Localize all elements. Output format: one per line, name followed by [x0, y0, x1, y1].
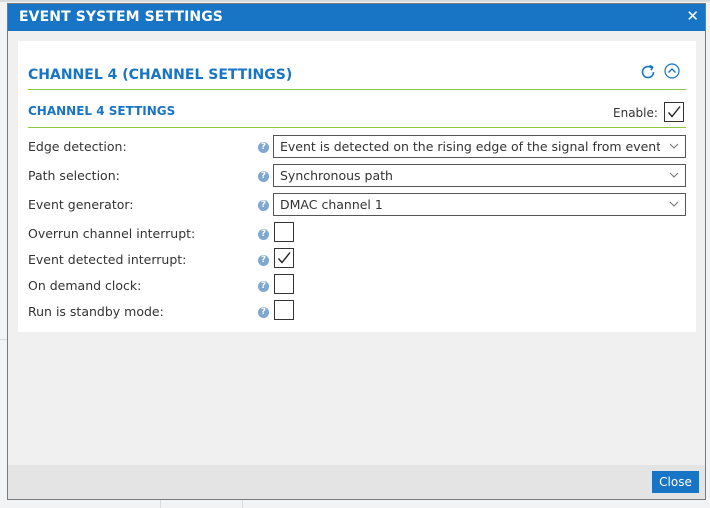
- help-icon[interactable]: ?: [258, 171, 269, 182]
- run-standby-label: Run is standby mode:: [28, 304, 164, 319]
- close-icon[interactable]: ✕: [686, 7, 699, 25]
- edge-detection-select[interactable]: Event is detected on the rising edge of …: [273, 135, 686, 158]
- enable-label: Enable:: [613, 106, 658, 120]
- path-selection-select[interactable]: Synchronous path: [273, 164, 686, 187]
- channel-settings-panel: CHANNEL 4 (CHANNEL SETTINGS) CHANNEL 4 S…: [18, 41, 696, 332]
- background-divider: [242, 500, 243, 508]
- dialog-titlebar[interactable]: EVENT SYSTEM SETTINGS ✕: [8, 4, 705, 31]
- subsection-divider: [28, 127, 686, 128]
- collapse-up-icon[interactable]: [664, 63, 680, 79]
- event-system-settings-dialog: EVENT SYSTEM SETTINGS ✕ CHANNEL 4 (CHANN…: [7, 3, 706, 500]
- section-title: CHANNEL 4 (CHANNEL SETTINGS): [28, 67, 293, 83]
- section-divider: [28, 89, 686, 90]
- dialog-footer: Close: [8, 465, 705, 499]
- path-selection-value: Synchronous path: [280, 168, 393, 183]
- run-standby-checkbox[interactable]: [274, 300, 294, 320]
- background-divider: [160, 500, 161, 508]
- edge-detection-value: Event is detected on the rising edge of …: [280, 139, 660, 154]
- edge-detection-label: Edge detection:: [28, 139, 127, 154]
- overrun-interrupt-label: Overrun channel interrupt:: [28, 226, 196, 241]
- event-generator-select[interactable]: DMAC channel 1: [273, 193, 686, 216]
- event-detected-interrupt-label: Event detected interrupt:: [28, 252, 187, 267]
- subsection-title: CHANNEL 4 SETTINGS: [28, 104, 176, 118]
- event-generator-value: DMAC channel 1: [280, 197, 383, 212]
- event-detected-interrupt-checkbox[interactable]: [274, 248, 294, 268]
- overrun-interrupt-checkbox[interactable]: [274, 222, 294, 242]
- event-generator-label: Event generator:: [28, 197, 134, 212]
- refresh-icon[interactable]: [639, 63, 657, 81]
- enable-checkbox[interactable]: [664, 102, 684, 122]
- help-icon[interactable]: ?: [258, 142, 269, 153]
- on-demand-clock-label: On demand clock:: [28, 278, 142, 293]
- checkmark-icon: [667, 106, 681, 118]
- dialog-title: EVENT SYSTEM SETTINGS: [19, 9, 223, 25]
- help-icon[interactable]: ?: [258, 255, 269, 266]
- help-icon[interactable]: ?: [258, 281, 269, 292]
- background-divider: [0, 339, 7, 340]
- background-divider: [0, 0, 710, 2]
- chevron-down-icon: [669, 143, 679, 149]
- close-button[interactable]: Close: [652, 471, 699, 493]
- path-selection-label: Path selection:: [28, 168, 120, 183]
- help-icon[interactable]: ?: [258, 229, 269, 240]
- chevron-down-icon: [669, 201, 679, 207]
- help-icon[interactable]: ?: [258, 307, 269, 318]
- on-demand-clock-checkbox[interactable]: [274, 274, 294, 294]
- checkmark-icon: [277, 252, 291, 264]
- help-icon[interactable]: ?: [258, 200, 269, 211]
- chevron-down-icon: [669, 172, 679, 178]
